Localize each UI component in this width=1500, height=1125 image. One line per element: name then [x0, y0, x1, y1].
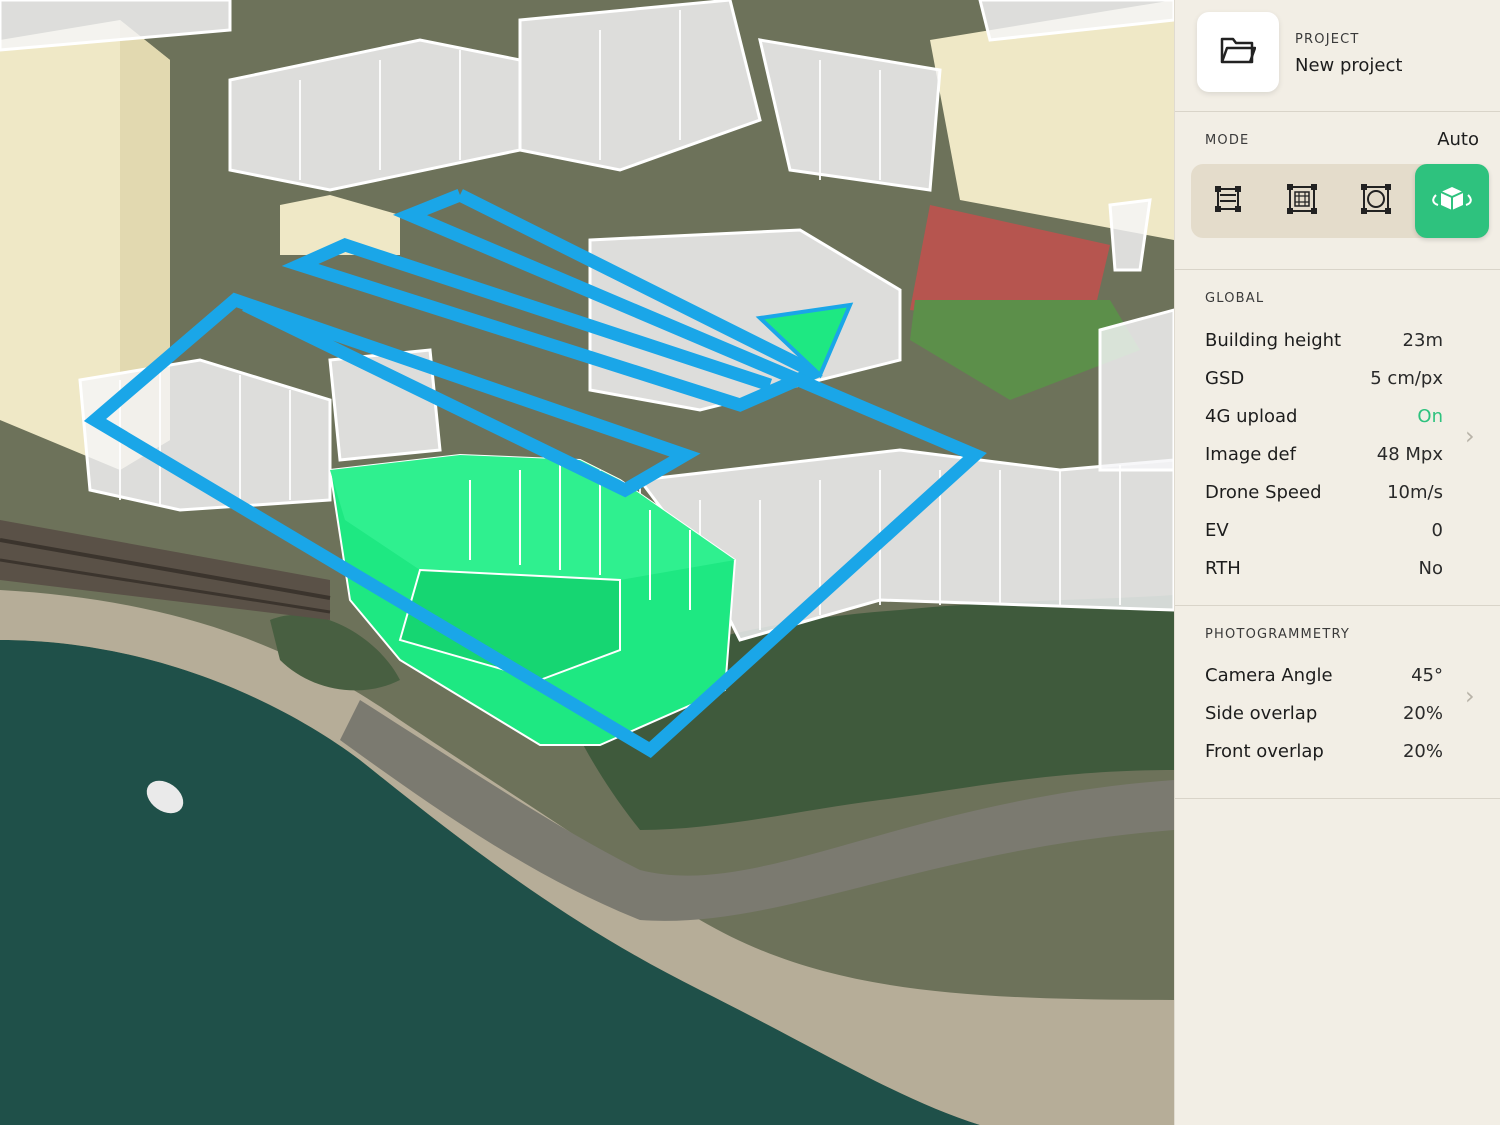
mode-caption: MODE — [1205, 133, 1250, 148]
mode-orbit-button[interactable] — [1339, 164, 1413, 238]
setting-camera-angle: Camera Angle 45° — [1205, 660, 1443, 690]
photogrammetry-caption: PHOTOGRAMMETRY — [1205, 627, 1351, 642]
mode-selector — [1191, 164, 1489, 238]
setting-side-overlap: Side overlap 20% — [1205, 698, 1443, 728]
map-scene — [0, 0, 1174, 1125]
setting-label: Side overlap — [1205, 702, 1318, 724]
setting-label: Drone Speed — [1205, 481, 1322, 503]
setting-label: Front overlap — [1205, 740, 1324, 762]
3d-building-icon — [1430, 181, 1474, 221]
setting-value: 23m — [1402, 329, 1443, 351]
setting-label: Image def — [1205, 443, 1296, 465]
setting-label: GSD — [1205, 367, 1245, 389]
setting-value: 10m/s — [1387, 481, 1443, 503]
mode-value: Auto — [1437, 129, 1479, 150]
setting-value: 48 Mpx — [1376, 443, 1443, 465]
open-project-button[interactable] — [1197, 12, 1279, 92]
divider — [1175, 605, 1500, 606]
setting-value: 0 — [1431, 519, 1443, 541]
setting-gsd: GSD 5 cm/px — [1205, 363, 1443, 393]
setting-drone-speed: Drone Speed 10m/s — [1205, 477, 1443, 507]
chevron-right-icon[interactable]: › — [1465, 682, 1475, 710]
mode-grid-button[interactable] — [1265, 164, 1339, 238]
setting-value: No — [1418, 557, 1443, 579]
setting-value: 5 cm/px — [1370, 367, 1443, 389]
setting-label: Building height — [1205, 329, 1342, 351]
grid-survey-icon — [1284, 181, 1320, 221]
chevron-right-icon[interactable]: › — [1465, 422, 1475, 450]
setting-building-height: Building height 23m — [1205, 325, 1443, 355]
mode-waypoint-button[interactable] — [1191, 164, 1265, 238]
folder-icon — [1220, 35, 1257, 69]
setting-label: Camera Angle — [1205, 664, 1333, 686]
setting-label: 4G upload — [1205, 405, 1298, 427]
setting-value: 20% — [1402, 702, 1443, 724]
divider — [1175, 269, 1500, 270]
setting-ev: EV 0 — [1205, 515, 1443, 545]
setting-value: 20% — [1402, 740, 1443, 762]
setting-front-overlap: Front overlap 20% — [1205, 736, 1443, 766]
setting-rth: RTH No — [1205, 553, 1443, 583]
project-caption: PROJECT — [1295, 32, 1360, 47]
setting-image-def: Image def 48 Mpx — [1205, 439, 1443, 469]
setting-label: EV — [1205, 519, 1229, 541]
setting-label: RTH — [1205, 557, 1241, 579]
project-name[interactable]: New project — [1295, 55, 1402, 76]
orbit-survey-icon — [1358, 181, 1394, 221]
mode-3d-button[interactable] — [1415, 164, 1489, 238]
settings-panel: PROJECT New project MODE Auto GLOBAL Bui… — [1174, 0, 1500, 1125]
waypoint-path-icon — [1210, 181, 1246, 221]
map-3d-view[interactable] — [0, 0, 1174, 1125]
divider — [1175, 798, 1500, 799]
setting-4g-upload: 4G upload On — [1205, 401, 1443, 431]
setting-value: On — [1417, 405, 1443, 427]
setting-value: 45° — [1411, 664, 1443, 686]
global-caption: GLOBAL — [1205, 291, 1265, 306]
divider — [1175, 111, 1500, 112]
